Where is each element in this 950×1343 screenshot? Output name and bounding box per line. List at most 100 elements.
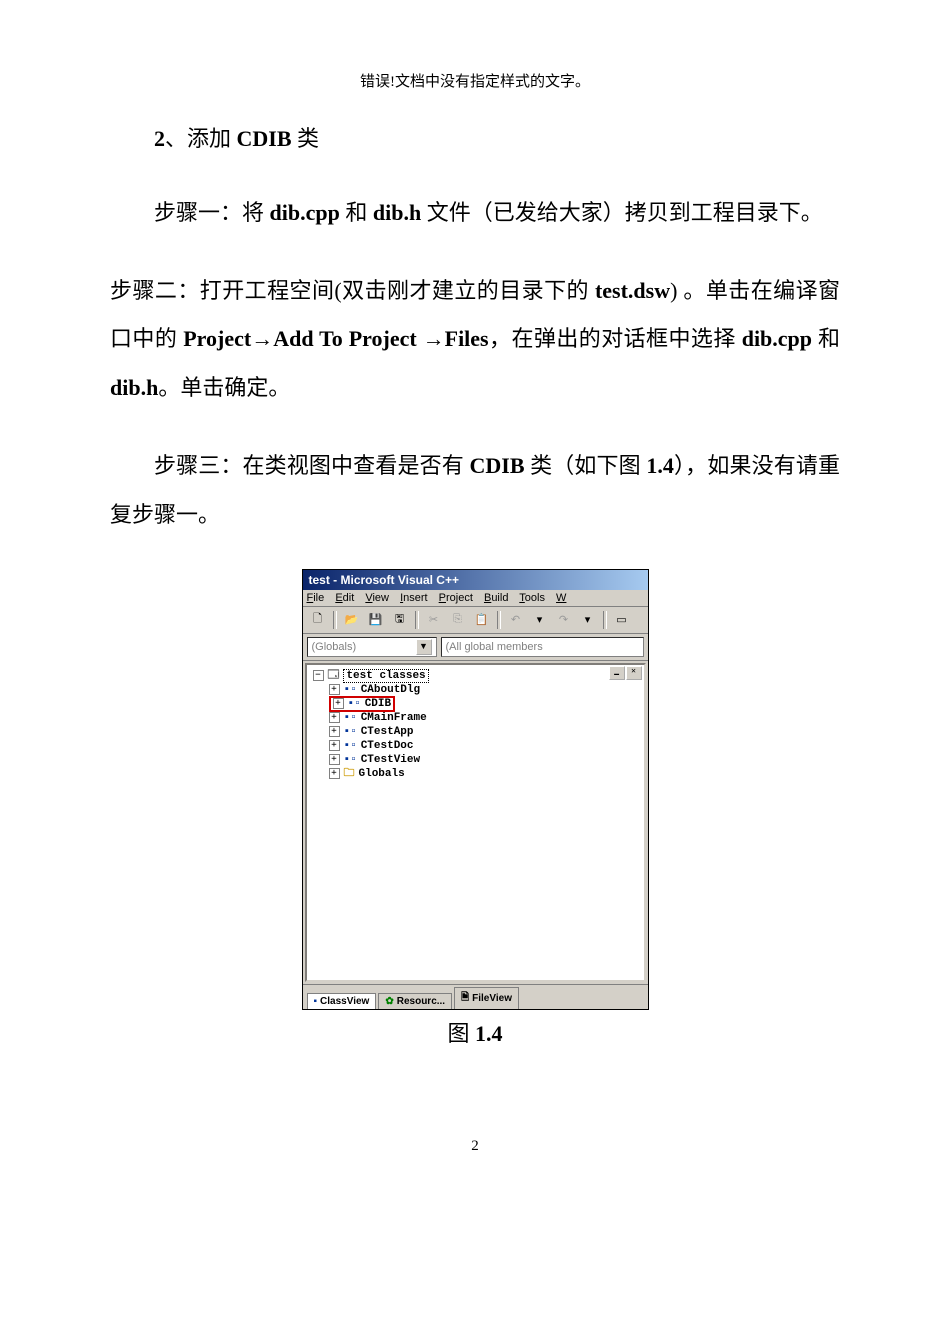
save-icon[interactable]: 💾 — [365, 610, 387, 630]
figure-caption: 图 1.4 — [110, 1016, 840, 1048]
step3-fig: 1.4 — [646, 453, 674, 478]
resource-icon: ✿ — [385, 996, 393, 1007]
workspace-icon: 🗔 — [328, 666, 340, 685]
toolbar-separator — [603, 611, 607, 629]
tree-item[interactable]: + ▪▫ CDIB — [313, 697, 638, 711]
tree-item-label: CTestApp — [361, 726, 414, 738]
tree-item-label: Globals — [359, 768, 405, 780]
class-icon: ▪▫ — [344, 740, 357, 752]
tab-fileview[interactable]: 🗎 FileView — [454, 987, 519, 1009]
tree-item-label: CMainFrame — [361, 712, 427, 724]
section-class: CDIB — [237, 126, 292, 151]
step2-project: Project — [183, 326, 251, 351]
step3-mid: 类（如下图 — [525, 453, 647, 478]
vc-titlebar: test - Microsoft Visual C++ — [303, 570, 648, 590]
vc-title-text: test - Microsoft Visual C++ — [309, 573, 460, 587]
cut-icon[interactable]: ✂ — [423, 610, 445, 630]
header-error-text: 错误!文档中没有指定样式的文字。 — [110, 70, 840, 91]
expand-icon[interactable]: + — [329, 726, 340, 737]
members-combo[interactable]: (All global members — [441, 637, 644, 657]
step1-tail: 文件（已发给大家）拷贝到工程目录下。 — [421, 200, 823, 225]
class-icon: ▪▫ — [348, 698, 361, 710]
classview-pane: ▁ ✕ − 🗔 test classes +▪▫CAboutDlg+▪▫CDIB… — [305, 663, 646, 982]
section-num: 2 — [154, 126, 165, 151]
step3-prefix: 步骤三：在类视图中查看是否有 — [154, 453, 469, 478]
menu-build[interactable]: Build — [484, 592, 508, 604]
paste-icon[interactable]: 📋 — [471, 610, 493, 630]
vc-window: test - Microsoft Visual C++ File Edit Vi… — [302, 569, 649, 1010]
tree-item[interactable]: + ▪▫ CMainFrame — [313, 711, 638, 725]
menu-window[interactable]: W — [556, 592, 566, 604]
globals-combo[interactable]: (Globals) ▼ — [307, 637, 437, 657]
vc-menubar[interactable]: File Edit View Insert Project Build Tool… — [303, 590, 648, 607]
dropdown-icon[interactable]: ▾ — [529, 610, 551, 630]
vc-toolbar-scope: (Globals) ▼ (All global members — [303, 634, 648, 661]
menu-file[interactable]: File — [307, 592, 325, 604]
undo-icon[interactable]: ↶ — [505, 610, 527, 630]
new-file-icon[interactable]: 🗋 — [307, 610, 329, 630]
step2-f2: dib.h — [110, 375, 158, 400]
pane-controls: ▁ ✕ — [609, 666, 642, 680]
toolbar-separator — [333, 611, 337, 629]
expand-icon[interactable]: + — [329, 712, 340, 723]
expand-icon[interactable]: + — [329, 740, 340, 751]
step2-f1: dib.cpp — [742, 326, 812, 351]
close-icon[interactable]: ✕ — [626, 666, 642, 680]
step1-mid: 和 — [340, 200, 373, 225]
tree-item-label: CTestView — [361, 754, 420, 766]
class-icon: ▪ — [314, 996, 318, 1007]
collapse-icon[interactable]: − — [313, 670, 324, 681]
step3-paragraph: 步骤三：在类视图中查看是否有 CDIB 类（如下图 1.4），如果没有请重复步骤… — [110, 442, 840, 539]
file-icon: 🗎 — [461, 990, 469, 1007]
menu-insert[interactable]: Insert — [400, 592, 428, 604]
menu-tools[interactable]: Tools — [519, 592, 545, 604]
dropdown-icon[interactable]: ▾ — [577, 610, 599, 630]
step2-end: 。单击确定。 — [158, 375, 290, 400]
tree-root-label: test classes — [343, 669, 428, 683]
tree-item[interactable]: +▪▫CTestView — [313, 753, 638, 767]
redo-icon[interactable]: ↷ — [553, 610, 575, 630]
chevron-down-icon[interactable]: ▼ — [416, 639, 432, 655]
step1-file1: dib.cpp — [270, 200, 340, 225]
class-icon: ▪▫ — [344, 712, 357, 724]
tree-item-label: CDIB — [365, 698, 391, 710]
tree-item-label: CAboutDlg — [361, 684, 420, 696]
tree-item[interactable]: + ▪▫ CTestDoc — [313, 739, 638, 753]
caption-num: 1.4 — [475, 1021, 503, 1046]
tab-label: Resourc... — [397, 996, 445, 1007]
expand-icon[interactable]: + — [333, 698, 344, 709]
section-heading: 2、添加 CDIB 类 — [110, 119, 840, 159]
step3-class: CDIB — [469, 453, 524, 478]
tab-classview[interactable]: ▪ ClassView — [307, 993, 377, 1009]
step2-files: Files — [445, 326, 489, 351]
workspace-tabs: ▪ ClassView ✿ Resourc... 🗎 FileView — [303, 984, 648, 1009]
expand-icon[interactable]: + — [329, 684, 340, 695]
expand-icon[interactable]: + — [329, 754, 340, 765]
menu-view[interactable]: View — [365, 592, 389, 604]
section-suffix: 类 — [292, 126, 320, 151]
menu-edit[interactable]: Edit — [335, 592, 354, 604]
class-icon: ▪▫ — [344, 684, 357, 696]
vc-toolbar: 🗋 📂 💾 🖫 ✂ ⎘ 📋 ↶ ▾ ↷ ▾ ▭ — [303, 607, 648, 634]
tree-item-label: CTestDoc — [361, 740, 414, 752]
saveall-icon[interactable]: 🖫 — [389, 610, 411, 630]
tree-item[interactable]: +🗀Globals — [313, 767, 638, 781]
workspace-icon[interactable]: ▭ — [611, 610, 633, 630]
highlight-box: + ▪▫ CDIB — [329, 696, 396, 712]
tree-item[interactable]: +▪▫CTestApp — [313, 725, 638, 739]
tab-resourceview[interactable]: ✿ Resourc... — [378, 993, 452, 1009]
tree-item[interactable]: + ▪▫ CAboutDlg — [313, 683, 638, 697]
open-icon[interactable]: 📂 — [341, 610, 363, 630]
tree-root-row[interactable]: − 🗔 test classes — [313, 669, 638, 683]
expand-icon[interactable]: + — [329, 768, 340, 779]
step2-mid: 在弹出的对话框中选择 — [511, 326, 741, 351]
menu-project[interactable]: Project — [439, 592, 473, 604]
step2-and: 和 — [812, 326, 840, 351]
combo-text: (Globals) — [312, 641, 357, 653]
copy-icon[interactable]: ⎘ — [447, 610, 469, 630]
page-number: 2 — [110, 1138, 840, 1155]
step1-file2: dib.h — [373, 200, 421, 225]
step2-paragraph: 步骤二：打开工程空间(双击刚才建立的目录下的 test.dsw) 。单击在编译窗… — [110, 267, 840, 412]
minimize-icon[interactable]: ▁ — [609, 666, 625, 680]
section-action: 添加 — [187, 126, 237, 151]
